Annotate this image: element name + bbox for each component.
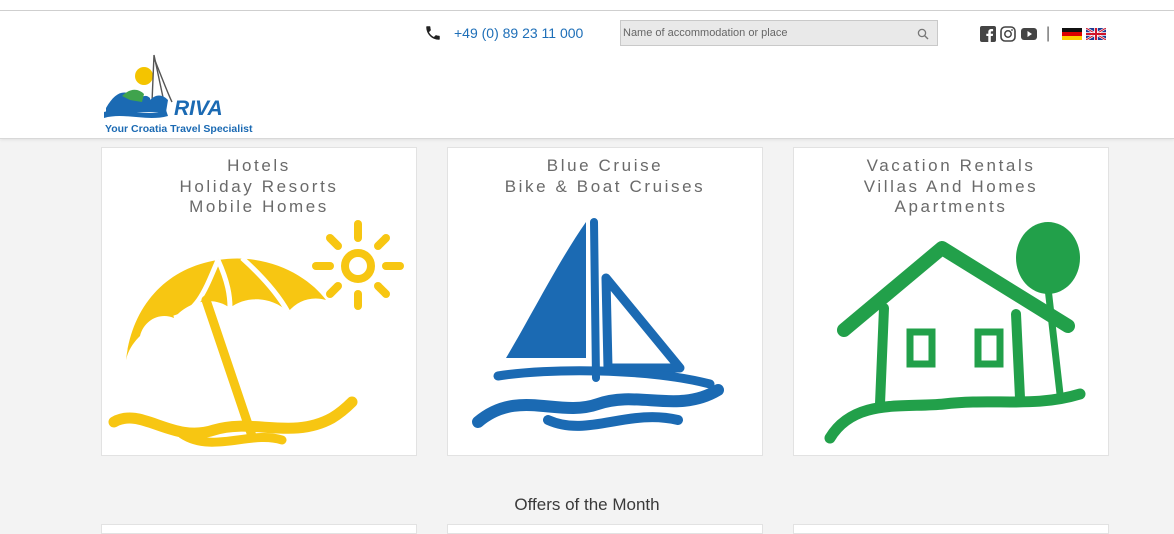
facebook-icon[interactable] [980,26,996,42]
language-separator: | [1046,25,1051,42]
logo-tagline: Your Croatia Travel Specialist [105,123,253,135]
category-card-hotels[interactable]: Hotels Holiday Resorts Mobile Homes [101,147,417,456]
category-card-rentals[interactable]: Vacation Rentals Villas And Homes Apartm… [793,147,1109,456]
instagram-icon[interactable] [1000,26,1016,42]
site-header: +49 (0) 89 23 11 000 | [0,0,1174,139]
sailboat-icon [472,218,724,431]
riva-logo[interactable]: RIVA Your Croatia Travel Specialist [104,50,264,136]
youtube-icon[interactable] [1020,26,1038,42]
uk-flag-icon[interactable] [1086,28,1107,40]
category-line: Villas And Homes [863,176,1039,196]
offer-card[interactable] [101,524,417,534]
phone-number[interactable]: +49 (0) 89 23 11 000 [454,25,583,41]
offer-card[interactable] [793,524,1109,534]
logo-brand: RIVA [174,97,223,120]
search-icon[interactable] [917,28,929,40]
category-line: Holiday Resorts [179,176,339,196]
phone-icon [426,26,440,40]
search-input[interactable] [623,23,907,43]
german-flag-icon[interactable] [1062,28,1083,40]
category-line: Hotels [227,156,291,175]
top-divider [0,10,1174,11]
category-card-cruises[interactable]: Blue Cruise Bike & Boat Cruises [447,147,763,456]
category-line: Vacation Rentals [866,156,1036,175]
beach-umbrella-sun-icon [108,220,404,447]
house-tree-icon [824,222,1086,444]
category-line: Blue Cruise [546,156,664,175]
phone-contact[interactable]: +49 (0) 89 23 11 000 [424,24,583,42]
social-links: | [980,25,1107,42]
search-box [620,20,938,46]
offers-heading: Offers of the Month [514,495,660,514]
offer-card[interactable] [447,524,763,534]
category-title: Blue Cruise Bike & Boat Cruises [448,156,762,197]
category-line: Bike & Boat Cruises [504,176,706,196]
